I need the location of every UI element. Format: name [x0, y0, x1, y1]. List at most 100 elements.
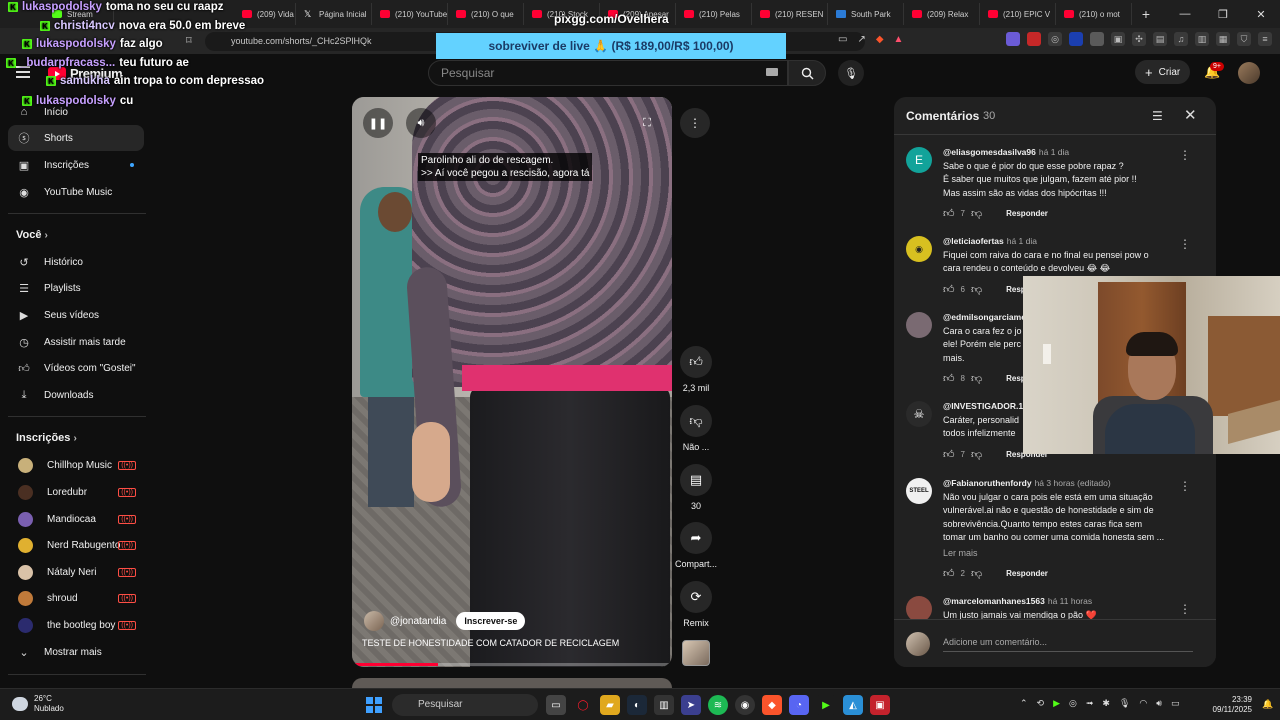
bluetooth-icon[interactable]: ✱ — [1102, 698, 1110, 709]
cast-icon[interactable]: ▭ — [838, 34, 847, 45]
short-video-player[interactable]: ❚❚ 🔊︎ ⛶ Parolinho ali do de rescagem. >>… — [352, 97, 672, 667]
commenter-avatar[interactable]: E — [906, 147, 932, 173]
sound-thumbnail[interactable] — [682, 640, 710, 666]
close-icon[interactable]: ✕ — [1242, 8, 1280, 21]
thumbs-down-icon[interactable]: 👎︎ — [971, 372, 982, 385]
search-input[interactable]: Pesquisar — [428, 60, 788, 86]
pause-button[interactable]: ❚❚ — [363, 108, 393, 138]
thumbs-up-icon[interactable]: 👍︎ — [943, 567, 955, 580]
new-tab-button[interactable]: + — [1136, 6, 1156, 22]
volume-icon[interactable]: 🔊︎ — [1156, 698, 1162, 709]
sidebar-item-history[interactable]: ↺ Histórico — [8, 249, 144, 275]
comment-input[interactable]: Adicione um comentário... — [943, 637, 1193, 652]
browser-tab[interactable]: South Park — [828, 3, 904, 25]
mic-icon[interactable]: 🎙 — [1119, 698, 1130, 709]
sidebar-item-liked-videos[interactable]: 👍︎ Vídeos com "Gostei" — [8, 355, 144, 381]
sidebar-item-channel[interactable]: Mandiocaa ((•)) — [8, 506, 144, 532]
clock[interactable]: 23:39 09/11/2025 — [1206, 695, 1252, 715]
app-icon[interactable]: ▥ — [654, 695, 674, 715]
sidebar-item-subscriptions[interactable]: ▣ Inscrições — [8, 152, 144, 178]
share-button[interactable]: ➦ — [680, 522, 712, 554]
sidebar-item-downloads[interactable]: ⤓ Downloads — [8, 382, 144, 408]
app-icon[interactable]: ◭ — [843, 695, 863, 715]
app-icon[interactable]: ➤ — [681, 695, 701, 715]
sidebar-item-channel[interactable]: Nátaly Neri ((•)) — [8, 559, 144, 585]
menu-icon[interactable]: ≡ — [1258, 32, 1272, 46]
sidebar-item-playlists[interactable]: ☰ Playlists — [8, 275, 144, 301]
channel-avatar[interactable] — [364, 611, 384, 631]
browser-tab[interactable]: (210) RESEN — [752, 3, 828, 25]
tray-app-icon[interactable]: ◎ — [1069, 698, 1077, 709]
bookmark-icon[interactable]: ⌑ — [186, 34, 192, 47]
maximize-icon[interactable]: ❐ — [1204, 8, 1242, 21]
discord-icon[interactable]: ◔ — [789, 695, 809, 715]
remix-button[interactable]: ⟳ — [680, 581, 712, 613]
extension-icon[interactable] — [1027, 32, 1041, 46]
rewards-icon[interactable]: ▲ — [894, 34, 904, 45]
puzzle-icon[interactable]: ✣ — [1132, 32, 1146, 46]
sidebar-item-channel[interactable]: Loredubr ((•)) — [8, 479, 144, 505]
extension-icon[interactable] — [1090, 32, 1104, 46]
search-button[interactable] — [788, 60, 826, 86]
browser-tab[interactable]: (210) EPIC V — [980, 3, 1056, 25]
tray-app-icon[interactable]: ➟ — [1086, 698, 1094, 709]
fullscreen-button[interactable]: ⛶ — [632, 108, 662, 138]
comment-author[interactable]: @eliasgomesdasilva96 há 1 dia — [943, 147, 1069, 157]
thumbs-up-icon[interactable]: 👍︎ — [943, 448, 955, 461]
dislike-button[interactable]: 👎︎ — [680, 405, 712, 437]
comment-author[interactable]: @marcelomanhanes1563 há 11 horas — [943, 596, 1092, 606]
weather-widget[interactable]: 26°C Nublado — [12, 694, 64, 714]
sort-icon[interactable]: ☰ — [1152, 109, 1163, 123]
sidebar-item-your-videos[interactable]: ▶ Seus vídeos — [8, 302, 144, 328]
more-options-button[interactable]: ⋮ — [680, 108, 710, 138]
browser-tab[interactable]: (210) Pelas — [676, 3, 752, 25]
show-more-button[interactable]: ⌄ Mostrar mais — [8, 639, 144, 665]
spotify-icon[interactable]: ≋ — [708, 695, 728, 715]
opera-icon[interactable]: ◯ — [573, 695, 593, 715]
extension-icon[interactable] — [1006, 32, 1020, 46]
browser-tab[interactable]: (210) o mot — [1056, 3, 1132, 25]
thumbs-down-icon[interactable]: 👎︎ — [971, 567, 982, 580]
read-more-link[interactable]: Ler mais — [943, 548, 978, 558]
comment-author[interactable]: @INVESTIGADOR.19 — [943, 401, 1028, 411]
reply-button[interactable]: Responder — [1006, 569, 1048, 578]
channel-name[interactable]: @jonatandia — [390, 616, 446, 627]
wifi-icon[interactable]: ◠ — [1139, 698, 1147, 709]
vpn-icon[interactable]: ⛉ — [1237, 32, 1251, 46]
subscribe-button[interactable]: Inscrever-se — [456, 612, 526, 630]
thumbs-up-icon[interactable]: 👍︎ — [943, 283, 955, 296]
commenter-avatar[interactable] — [906, 312, 932, 338]
extension-icon[interactable]: ◎ — [1048, 32, 1062, 46]
comment-author[interactable]: @leticiaofertas há 1 dia — [943, 236, 1037, 246]
minimize-icon[interactable]: — — [1166, 8, 1204, 21]
tray-app-icon[interactable]: ⟲ — [1037, 698, 1045, 709]
bell-icon[interactable]: 🔔 — [1262, 699, 1273, 710]
commenter-avatar[interactable]: STEEL — [906, 478, 932, 504]
reply-button[interactable]: Responder — [1006, 209, 1048, 218]
section-heading-you[interactable]: Você › — [16, 229, 48, 241]
thumbs-down-icon[interactable]: 👎︎ — [971, 283, 982, 296]
share-icon[interactable]: ↗ — [857, 34, 865, 45]
music-icon[interactable]: ♫ — [1174, 32, 1188, 46]
sidebar-item-channel[interactable]: Nerd Rabugento ((•)) — [8, 532, 144, 558]
browser-tab[interactable]: 𝕏 Página Inicial — [296, 3, 372, 25]
thumbs-up-icon[interactable]: 👍︎ — [943, 207, 955, 220]
sidebar-item-shorts[interactable]: ⓢ Shorts — [8, 125, 144, 151]
start-button[interactable] — [366, 697, 382, 713]
wallet-icon[interactable]: ▦ — [1216, 32, 1230, 46]
steam-icon[interactable]: ◐ — [627, 695, 647, 715]
avatar[interactable] — [1238, 62, 1260, 84]
voice-search-button[interactable]: 🎙 — [838, 60, 864, 86]
sidebar-item-channel[interactable]: Chillhop Music ((•)) — [8, 452, 144, 478]
comment-author[interactable]: @edmilsongarciame — [943, 312, 1026, 322]
comments-button[interactable]: ▤ — [680, 464, 712, 496]
recording-icon[interactable]: ▣ — [870, 695, 890, 715]
task-view-icon[interactable]: ▭ — [546, 695, 566, 715]
close-icon[interactable]: ✕ — [1184, 106, 1197, 124]
brave-icon[interactable]: ◆ — [762, 695, 782, 715]
sidebar-item-music[interactable]: ◉ YouTube Music — [8, 179, 144, 205]
browser-tab[interactable]: (210) O que — [448, 3, 524, 25]
extension-icon[interactable]: ▤ — [1153, 32, 1167, 46]
github-icon[interactable]: ◉ — [735, 695, 755, 715]
video-progress-bar[interactable] — [352, 663, 672, 666]
